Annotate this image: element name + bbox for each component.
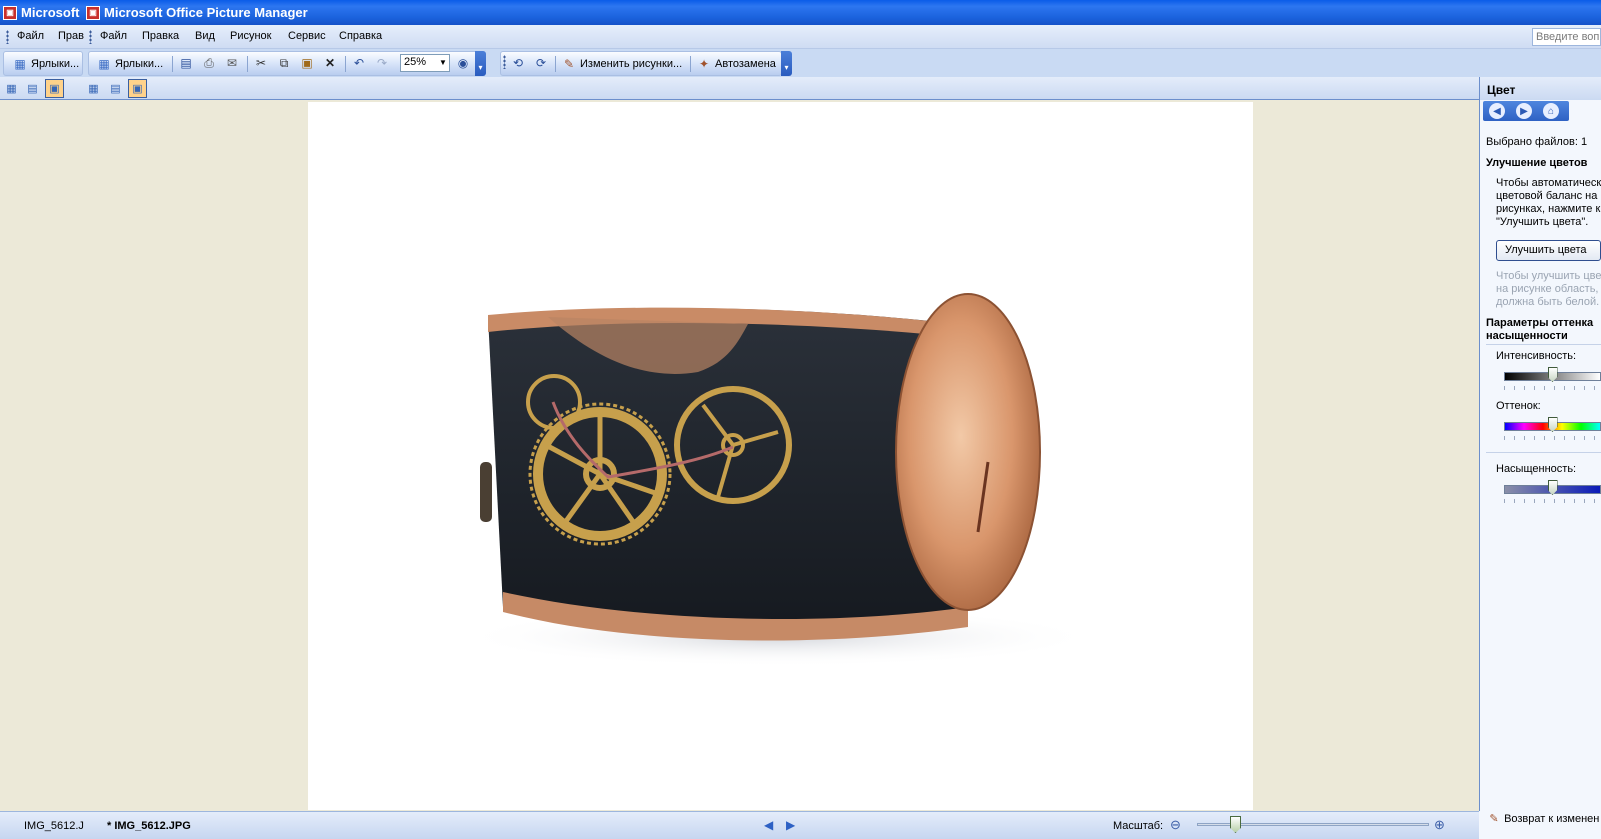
undo-icon[interactable]: ↶	[351, 55, 367, 71]
menu-tools[interactable]: Сервис	[288, 30, 326, 42]
rotate-left-icon[interactable]: ⟲	[510, 55, 526, 71]
slider-ticks	[1504, 436, 1601, 440]
help-search-input[interactable]: Введите вопр	[1532, 28, 1601, 46]
enhance-hint-line: на рисунке область,	[1496, 283, 1599, 295]
revert-label: Возврат к изменен	[1504, 813, 1600, 825]
divider	[1486, 344, 1601, 345]
picture-manager-icon: ▣	[86, 5, 100, 20]
menu-file[interactable]: Файл	[100, 30, 127, 42]
thumbnail-view-icon[interactable]: ▦	[84, 79, 103, 98]
slider-ticks	[1504, 499, 1601, 503]
menu-help[interactable]: Справка	[339, 30, 382, 42]
params-heading-line: Параметры оттенка	[1486, 317, 1594, 329]
autocorrect-button[interactable]: ✦ Автозамена	[696, 54, 776, 74]
bracelet-photo	[458, 293, 1098, 667]
back-icon[interactable]: ◀	[1489, 103, 1505, 119]
menubar-grip[interactable]	[6, 30, 9, 44]
single-picture-view-icon[interactable]: ▣	[45, 79, 64, 98]
single-picture-view-icon[interactable]: ▣	[128, 79, 147, 98]
edit-pictures-button[interactable]: ✎ Изменить рисунки...	[561, 54, 682, 74]
menu-bar: Файл Прав Файл Правка Вид Рисунок Сервис…	[0, 25, 1601, 49]
enhance-colors-button[interactable]: Улучшить цвета	[1496, 240, 1601, 261]
shortcuts-label: Ярлыки...	[31, 58, 80, 70]
menu-edit-left[interactable]: Прав	[58, 30, 84, 42]
enhance-hint-line: Чтобы улучшить цве	[1496, 270, 1601, 282]
paste-icon[interactable]: ▣	[299, 55, 315, 71]
enhance-desc-line: Чтобы автоматическ	[1496, 177, 1601, 189]
menu-view[interactable]: Вид	[195, 30, 215, 42]
params-heading-line: насыщенности	[1486, 330, 1568, 342]
revert-link[interactable]: ✎ Возврат к изменен	[1487, 812, 1599, 826]
hue-label: Оттенок:	[1496, 400, 1541, 412]
title-segment-main: ▣ Microsoft Office Picture Manager	[86, 0, 308, 25]
intensity-label: Интенсивность:	[1496, 350, 1577, 362]
enhance-desc-line: "Улучшить цвета".	[1496, 216, 1589, 228]
edit-pictures-label: Изменить рисунки...	[580, 58, 683, 70]
title-left-text: Microsoft	[21, 5, 80, 20]
filmstrip-view-icon[interactable]: ▤	[23, 79, 42, 98]
forward-icon[interactable]: ▶	[1516, 103, 1532, 119]
zoom-label: Масштаб:	[1113, 820, 1164, 832]
cut-icon[interactable]: ✂	[253, 55, 269, 71]
autocorrect-label: Автозамена	[715, 58, 776, 70]
rotate-right-icon[interactable]: ⟳	[533, 55, 549, 71]
toolbar-options-icon[interactable]: ▾	[475, 51, 486, 76]
zoom-out-icon[interactable]: ⊖	[1170, 817, 1181, 833]
chevron-down-icon[interactable]: ▼	[437, 55, 449, 71]
toolbar-separator	[345, 56, 346, 72]
divider	[1486, 452, 1601, 453]
files-selected-text: Выбрано файлов: 1	[1486, 136, 1588, 148]
shortcuts-button-left[interactable]: ▦ Ярлыки...	[12, 54, 79, 74]
autocorrect-icon: ✦	[698, 57, 710, 71]
enhance-heading: Улучшение цветов	[1486, 157, 1588, 169]
thumbnail-view-icon[interactable]: ▦	[2, 79, 21, 98]
previous-icon[interactable]: ◀	[764, 818, 773, 832]
picture-canvas[interactable]	[0, 100, 1479, 811]
enhance-desc-line: цветовой баланс на н	[1496, 190, 1601, 202]
saturation-label: Насыщенность:	[1496, 463, 1577, 475]
enhance-hint-line: должна быть белой.	[1496, 296, 1600, 308]
email-icon[interactable]: ✉	[224, 55, 240, 71]
copy-icon[interactable]: ⧉	[276, 55, 292, 71]
filmstrip-view-icon[interactable]: ▤	[106, 79, 125, 98]
title-segment-left[interactable]: ▣ Microsoft	[3, 0, 80, 25]
help-icon[interactable]: ◉	[455, 55, 471, 71]
menubar-grip[interactable]	[89, 30, 92, 44]
toolbar: ▾ ▾	[0, 49, 1601, 77]
slider-ticks	[1504, 386, 1601, 390]
toolbar-separator	[690, 56, 691, 72]
menu-edit[interactable]: Правка	[142, 30, 179, 42]
picture-manager-icon: ▣	[3, 5, 17, 20]
title-bar: ▣ Microsoft ▣ Microsoft Office Picture M…	[0, 0, 1601, 25]
delete-icon[interactable]: ✕	[322, 55, 338, 71]
revert-icon: ✎	[1489, 813, 1499, 825]
shortcuts-button[interactable]: ▦ Ярлыки...	[96, 54, 163, 74]
view-bar: ▦ ▤ ▣ ▦ ▤ ▣	[0, 77, 1479, 100]
file-tab[interactable]: IMG_5612.J	[24, 820, 84, 832]
file-tab-active[interactable]: * IMG_5612.JPG	[107, 820, 191, 832]
shortcuts-icon: ▦	[98, 57, 110, 71]
home-icon[interactable]: ⌂	[1543, 103, 1559, 119]
window-title: Microsoft Office Picture Manager	[104, 5, 308, 20]
menu-picture[interactable]: Рисунок	[230, 30, 272, 42]
menu-file-left[interactable]: Файл	[17, 30, 44, 42]
toolbar-separator	[555, 56, 556, 72]
zoom-in-icon[interactable]: ⊕	[1434, 817, 1445, 833]
toolbar-separator	[247, 56, 248, 72]
task-pane-title: Цвет	[1480, 77, 1601, 100]
save-icon[interactable]: ▤	[178, 55, 194, 71]
print-icon[interactable]: ⎙	[201, 55, 217, 71]
next-icon[interactable]: ▶	[786, 818, 795, 832]
shortcuts-icon: ▦	[14, 57, 26, 71]
toolbar-options-icon[interactable]: ▾	[781, 51, 792, 76]
toolbar-grip[interactable]	[503, 55, 506, 69]
enhance-desc-line: рисунках, нажмите к	[1496, 203, 1601, 215]
toolbar-separator	[172, 56, 173, 72]
edit-pictures-icon: ✎	[563, 57, 575, 71]
redo-icon[interactable]: ↷	[374, 55, 390, 71]
picture-image[interactable]	[308, 102, 1253, 810]
task-pane-nav: ◀ ▶ ⌂	[1483, 101, 1569, 121]
shortcuts-label: Ярлыки...	[115, 58, 164, 70]
